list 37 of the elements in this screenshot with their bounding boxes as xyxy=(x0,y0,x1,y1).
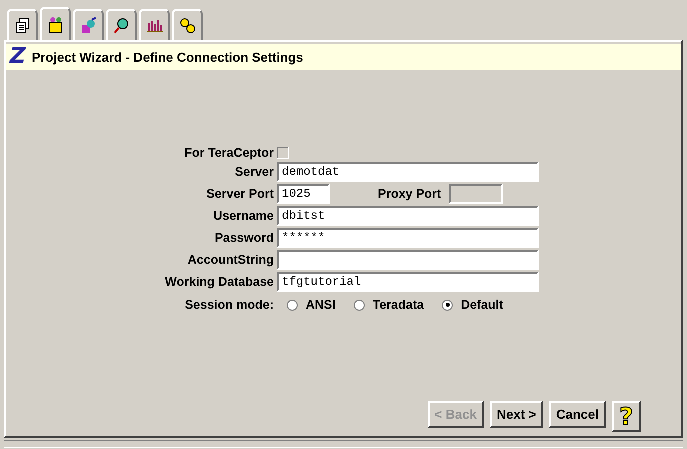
field-label: Proxy Port xyxy=(378,187,442,201)
radio-label: ANSI xyxy=(306,298,336,312)
box-icon xyxy=(46,16,64,34)
radio-button[interactable] xyxy=(354,300,365,310)
bar-chart-icon xyxy=(146,18,164,34)
checkbox[interactable] xyxy=(277,147,289,159)
field-label: Server Port xyxy=(206,187,274,201)
radio-label: Teradata xyxy=(372,298,424,312)
radio-button[interactable] xyxy=(442,300,454,310)
tab[interactable] xyxy=(139,9,170,40)
tab[interactable] xyxy=(7,9,38,40)
field-label: Username xyxy=(212,209,274,223)
documents-icon xyxy=(14,18,30,34)
shapes-icon xyxy=(80,16,98,34)
text-field[interactable] xyxy=(277,250,539,270)
window-title: Project Wizard - Define Connection Settings xyxy=(32,50,304,64)
gears-icon xyxy=(178,16,196,34)
text-field[interactable]: 1025 xyxy=(277,184,330,204)
radio-button[interactable] xyxy=(287,300,298,310)
tab[interactable] xyxy=(40,7,71,40)
field-label: Password xyxy=(214,231,274,245)
field-label: AccountString xyxy=(186,253,274,267)
field-label: For TeraCeptor xyxy=(184,146,274,160)
magnifier-icon xyxy=(112,16,130,34)
text-field[interactable]: tfgtutorial xyxy=(277,272,539,292)
text-field[interactable]: ****** xyxy=(277,228,539,248)
wizard-button[interactable]: Next > xyxy=(490,401,544,428)
logo: Z xyxy=(10,46,26,68)
field-label: Server xyxy=(234,165,274,179)
radio-label: Default xyxy=(461,298,504,312)
tab[interactable] xyxy=(106,9,137,40)
tab[interactable] xyxy=(172,9,203,40)
text-field[interactable]: dbitst xyxy=(277,206,539,226)
field-label: Working Database xyxy=(164,275,274,289)
text-field[interactable]: demotdat xyxy=(277,162,539,182)
wizard-button[interactable]: Cancel xyxy=(549,401,606,428)
field-label: Session mode: xyxy=(184,298,274,312)
